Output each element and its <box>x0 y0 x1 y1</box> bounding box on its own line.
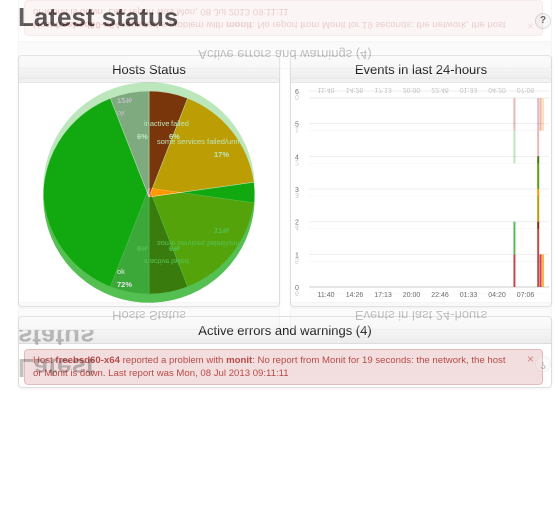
reflected-alert-service: monit <box>226 19 253 30</box>
reflected-pie-value-ok: 72% <box>117 96 132 105</box>
reflected-pie-label-some-services: some services failed/unm <box>157 239 242 248</box>
reflected-x-tick-label: 07:06 <box>517 86 535 93</box>
reflected-x-tick-label: 17:13 <box>374 86 392 93</box>
reflected-pie-value-failed: 6% <box>169 244 180 253</box>
reflected-x-tick-label: 20:00 <box>403 86 421 93</box>
reflected-pie-label-failed: failed <box>171 257 189 266</box>
reflected-pie-slice-some <box>148 187 255 288</box>
reflected-hosts-status-title: Hosts Status <box>19 302 279 329</box>
reflected-help-button: ? <box>535 356 551 372</box>
reflected-pie-slice-ok <box>42 81 256 288</box>
reflected-hosts-pie-chart: inactive6%failed6%some services failed/u… <box>42 81 256 295</box>
reflected-pie-label-ok: ok <box>117 109 125 118</box>
reflected-alert-prefix: Host <box>33 19 53 30</box>
reflected-pie-value-inactive: 6% <box>137 244 148 253</box>
reflected-x-tick-label: 11:40 <box>318 86 335 93</box>
reflected-pie-slice-inactive <box>110 187 150 295</box>
reflected-hosts-status-panel: Hosts Status inactive 6% failed 6% some serv… <box>18 78 280 330</box>
reflected-y-tick-label: 2 <box>295 158 299 165</box>
reflection-area: Latest status ? Hosts Status inactive 6% f… <box>0 0 558 523</box>
reflected-x-tick-label: 14:26 <box>346 86 364 93</box>
reflected-error-alert: Host freebsd60-x64 reported a problem wi… <box>24 0 543 36</box>
reflection: Latest status ? Hosts Status inactive 6% f… <box>0 0 558 385</box>
reflected-alert-middle: reported a problem with <box>122 19 224 30</box>
reflected-pie-value-some-services: 17% <box>214 226 229 235</box>
reflected-page-title: Latest status <box>18 322 95 383</box>
reflected-x-tick-label: 04:20 <box>488 86 506 93</box>
reflected-errors-title: Active errors and warnings (4) <box>19 41 551 68</box>
reflected-y-tick-label: 4 <box>295 224 299 231</box>
reflected-alert-message: : No report from Monit for 19 seconds: t… <box>33 6 506 30</box>
reflected-x-tick-label: 22:46 <box>431 86 449 93</box>
reflected-x-tick-label: 01:33 <box>460 86 478 93</box>
reflected-y-tick-label: 5 <box>295 256 299 263</box>
reflected-y-tick-label: 0 <box>295 93 299 100</box>
reflected-alert-close-button: × <box>526 19 534 33</box>
reflected-events-title: Events in last 24-hours <box>291 302 551 329</box>
reflected-events-panel: Events in last 24-hours 0 1 2 3 4 5 6 11:40 14:2… <box>290 78 552 330</box>
reflected-y-tick-label: 3 <box>295 191 299 198</box>
reflected-errors-panel: Active errors and warnings (4) <box>18 0 552 69</box>
screen: Latest status ? Hosts Status inactive 6% f… <box>0 0 558 523</box>
reflected-pie-label-inactive: inactive <box>144 257 169 266</box>
reflected-y-tick-label: 6 <box>295 289 299 296</box>
reflected-y-tick-label: 1 <box>295 126 299 133</box>
reflected-events-bar-chart: 0 1 2 3 4 5 6 11:40 14:26 17:13 20:00 22:46 01:33 04:… <box>295 86 549 296</box>
reflected-alert-host: freebsd60-x64 <box>55 19 120 30</box>
reflected-pie-slice-failed <box>148 187 188 295</box>
